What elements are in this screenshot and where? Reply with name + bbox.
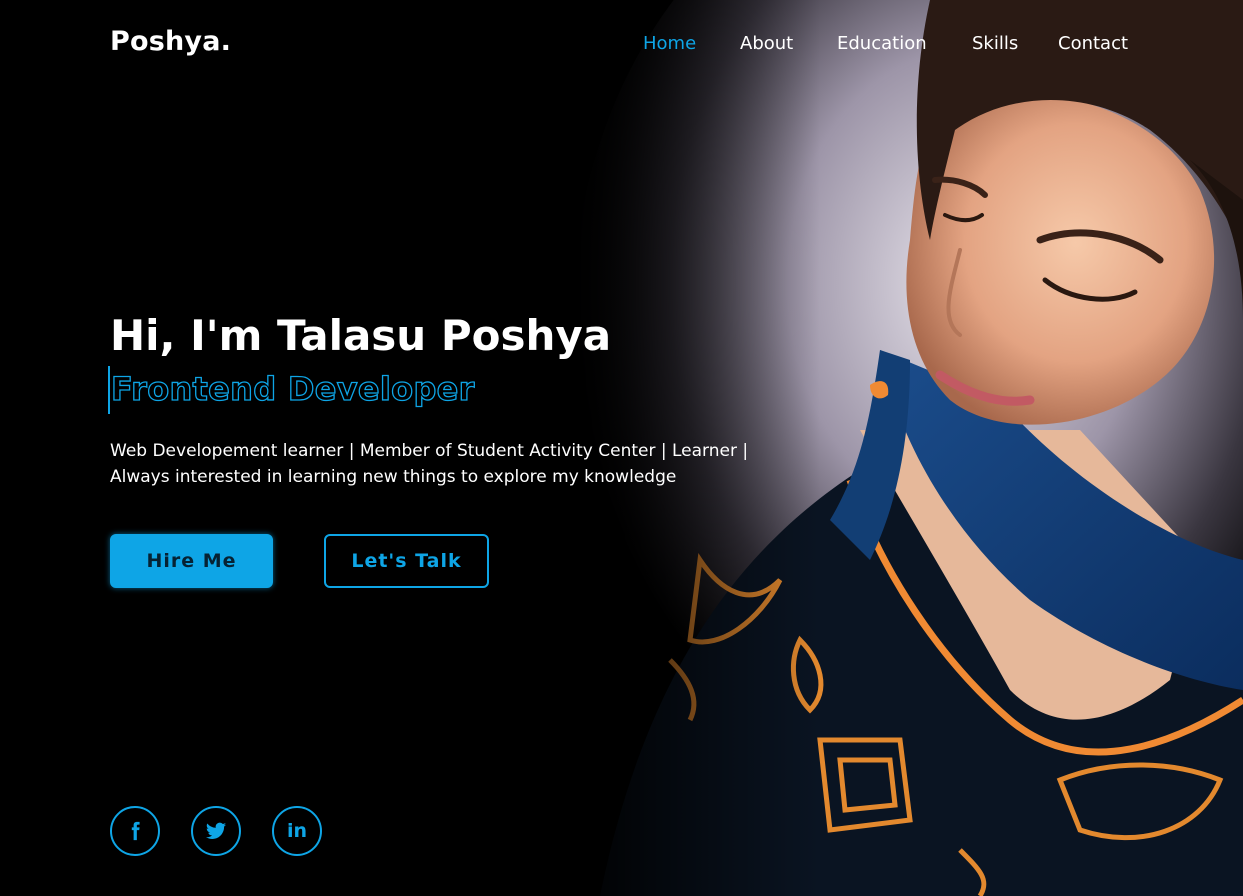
site-header: Poshya. Home About Education Skills Cont…	[0, 0, 1243, 88]
facebook-link[interactable]	[110, 806, 160, 856]
linkedin-link[interactable]: in	[272, 806, 322, 856]
hire-me-button[interactable]: Hire Me	[110, 534, 273, 588]
facebook-icon	[131, 821, 140, 841]
hero-greeting: Hi, I'm Talasu Poshya	[110, 311, 612, 360]
twitter-link[interactable]	[191, 806, 241, 856]
twitter-icon	[205, 822, 227, 839]
nav-link-about[interactable]: About	[740, 33, 793, 54]
nav-link-home[interactable]: Home	[643, 33, 696, 54]
nav-link-contact[interactable]: Contact	[1058, 33, 1128, 54]
typing-caret	[108, 366, 110, 414]
hero-bio: Web Developement learner | Member of Stu…	[110, 441, 749, 487]
hero-role: Frontend Developer	[110, 369, 475, 408]
nav-link-education[interactable]: Education	[837, 33, 927, 54]
linkedin-icon: in	[286, 820, 308, 842]
nav-link-skills[interactable]: Skills	[972, 33, 1018, 54]
lets-talk-button[interactable]: Let's Talk	[324, 534, 489, 588]
main-nav: Home About Education Skills Contact	[0, 33, 1243, 57]
